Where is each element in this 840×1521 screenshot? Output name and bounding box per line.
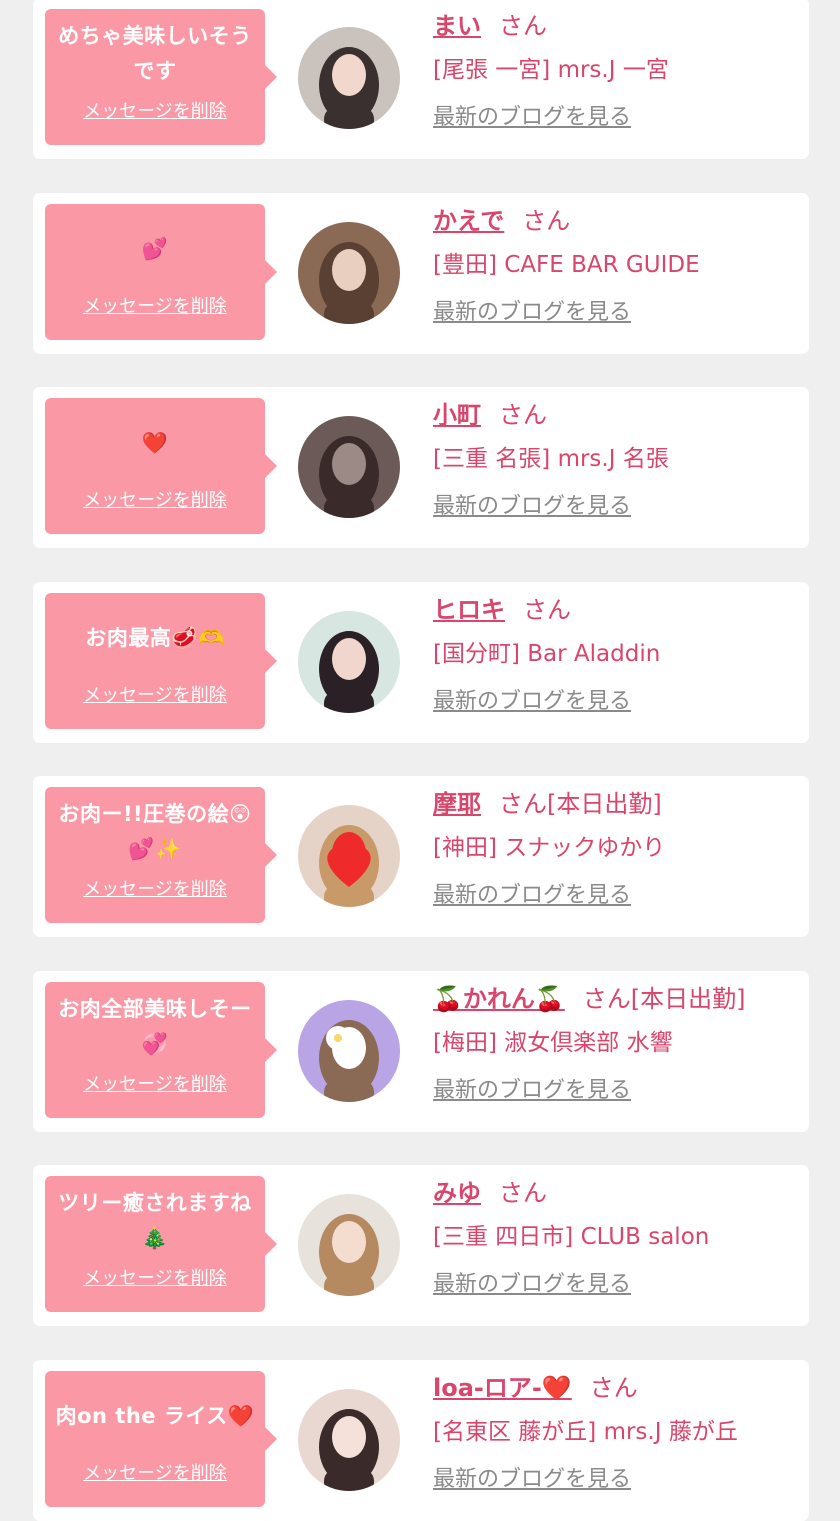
sender-name-link[interactable]: 小町 [433, 401, 481, 429]
avatar-8[interactable] [298, 1389, 400, 1491]
delete-message-link[interactable]: メッセージを削除 [55, 1459, 255, 1485]
delete-message-link[interactable]: メッセージを削除 [55, 292, 255, 318]
name-line: 🍒かれん🍒 さん[本日出勤] [433, 979, 805, 1019]
honorific-status: さん [589, 1374, 638, 1402]
message-bubble: ❤️ メッセージを削除 [45, 398, 277, 534]
name-line: まい さん [433, 6, 805, 46]
message-text: ツリー癒されますね🎄 [58, 1191, 252, 1250]
honorific-status: さん [522, 207, 571, 235]
delete-message-link[interactable]: メッセージを削除 [55, 1070, 255, 1096]
honorific-status: さん [499, 401, 547, 429]
message-bubble: お肉最高🥩🫶 メッセージを削除 [45, 593, 277, 729]
name-line: loa-ロア-❤️ さん [433, 1368, 805, 1408]
message-text: お肉ー!!圧巻の絵😲💕✨ [58, 802, 252, 861]
message-bubble: お肉全部美味しそー💞 メッセージを削除 [45, 982, 277, 1118]
name-line: 摩耶 さん[本日出勤] [433, 784, 805, 824]
shop-name: [尾張 一宮] mrs.J 一宮 [433, 57, 669, 83]
honorific-status: さん[本日出勤] [499, 790, 662, 818]
latest-blog-link[interactable]: 最新のブログを見る [433, 1073, 631, 1109]
honorific-status: さん [523, 596, 571, 624]
message-bubble: お肉ー!!圧巻の絵😲💕✨ メッセージを削除 [45, 787, 277, 923]
honorific-status: さん [499, 12, 547, 40]
avatar-5[interactable] [298, 805, 400, 907]
sender-name-link[interactable]: ヒロキ [433, 596, 505, 624]
shop-name: [豊田] CAFE BAR GUIDE [433, 252, 700, 278]
message-card-3: ❤️ メッセージを削除 小町 さん [三重 名張] mrs.J 名張 最新のブログ… [33, 387, 809, 548]
avatar-4[interactable] [298, 611, 400, 713]
avatar-1[interactable] [298, 27, 400, 129]
avatar-image [298, 416, 400, 518]
avatar-3[interactable] [298, 416, 400, 518]
message-bubble: めちゃ美味しいそうです メッセージを削除 [45, 9, 277, 145]
avatar-image [298, 1389, 400, 1491]
avatar-image [298, 1000, 400, 1102]
avatar-image [298, 805, 400, 907]
message-bubble: ツリー癒されますね🎄 メッセージを削除 [45, 1176, 277, 1312]
message-card-8: 肉on the ライス❤️ メッセージを削除 loa-ロア-❤️ さん [名東区 … [33, 1360, 809, 1521]
sender-info: 小町 さん [三重 名張] mrs.J 名張 最新のブログを見る [433, 395, 805, 525]
delete-message-link[interactable]: メッセージを削除 [55, 1264, 255, 1290]
shop-name: [三重 四日市] CLUB salon [433, 1224, 710, 1250]
message-card-5: お肉ー!!圧巻の絵😲💕✨ メッセージを削除 摩耶 さん[本日出勤] [神田] スナ… [33, 776, 809, 937]
message-text: めちゃ美味しいそうです [58, 24, 252, 83]
shop-name: [梅田] 淑女倶楽部 水響 [433, 1030, 673, 1056]
avatar-2[interactable] [298, 222, 400, 324]
sender-info: loa-ロア-❤️ さん [名東区 藤が丘] mrs.J 藤が丘 最新のブログを見… [433, 1368, 805, 1498]
latest-blog-link[interactable]: 最新のブログを見る [433, 489, 631, 525]
delete-message-link[interactable]: メッセージを削除 [55, 875, 255, 901]
latest-blog-link[interactable]: 最新のブログを見る [433, 1267, 631, 1303]
message-text: お肉最高🥩🫶 [85, 625, 225, 650]
message-card-4: お肉最高🥩🫶 メッセージを削除 ヒロキ さん [国分町] Bar Aladdin … [33, 582, 809, 743]
sender-name-link[interactable]: まい [433, 12, 481, 40]
message-card-1: めちゃ美味しいそうです メッセージを削除 まい さん [尾張 一宮] mrs.J … [33, 0, 809, 159]
name-line: ヒロキ さん [433, 590, 805, 630]
sender-info: みゆ さん [三重 四日市] CLUB salon 最新のブログを見る [433, 1173, 805, 1303]
avatar-image [298, 27, 400, 129]
delete-message-link[interactable]: メッセージを削除 [55, 97, 255, 123]
latest-blog-link[interactable]: 最新のブログを見る [433, 1462, 631, 1498]
shop-name: [神田] スナックゆかり [433, 835, 666, 861]
honorific-status: さん[本日出勤] [582, 985, 746, 1013]
message-card-2: 💕 メッセージを削除 かえで さん [豊田] CAFE BAR GUIDE 最新の… [33, 193, 809, 354]
avatar-7[interactable] [298, 1194, 400, 1296]
message-text: 肉on the ライス❤️ [55, 1403, 255, 1428]
name-line: 小町 さん [433, 395, 805, 435]
avatar-image [298, 1194, 400, 1296]
message-bubble: 💕 メッセージを削除 [45, 204, 277, 340]
sender-info: かえで さん [豊田] CAFE BAR GUIDE 最新のブログを見る [433, 201, 805, 331]
latest-blog-link[interactable]: 最新のブログを見る [433, 878, 631, 914]
delete-message-link[interactable]: メッセージを削除 [55, 486, 255, 512]
message-text: お肉全部美味しそー💞 [58, 997, 252, 1056]
message-card-6: お肉全部美味しそー💞 メッセージを削除 🍒かれん🍒 さん[本日出勤] [梅田] 淑… [33, 971, 809, 1132]
name-line: みゆ さん [433, 1173, 805, 1213]
latest-blog-link[interactable]: 最新のブログを見る [433, 295, 631, 331]
shop-name: [名東区 藤が丘] mrs.J 藤が丘 [433, 1419, 738, 1445]
sender-name-link[interactable]: 摩耶 [433, 790, 481, 818]
sender-info: 摩耶 さん[本日出勤] [神田] スナックゆかり 最新のブログを見る [433, 784, 805, 914]
message-text: 💕 [141, 236, 169, 261]
sender-info: ヒロキ さん [国分町] Bar Aladdin 最新のブログを見る [433, 590, 805, 720]
honorific-status: さん [499, 1179, 547, 1207]
sender-name-link[interactable]: みゆ [433, 1179, 481, 1207]
delete-message-link[interactable]: メッセージを削除 [55, 681, 255, 707]
sender-info: まい さん [尾張 一宮] mrs.J 一宮 最新のブログを見る [433, 6, 805, 136]
name-line: かえで さん [433, 201, 805, 241]
message-card-7: ツリー癒されますね🎄 メッセージを削除 みゆ さん [三重 四日市] CLUB s… [33, 1165, 809, 1326]
avatar-image [298, 222, 400, 324]
shop-name: [国分町] Bar Aladdin [433, 641, 661, 667]
latest-blog-link[interactable]: 最新のブログを見る [433, 684, 631, 720]
sender-name-link[interactable]: 🍒かれん🍒 [433, 985, 565, 1013]
message-bubble: 肉on the ライス❤️ メッセージを削除 [45, 1371, 277, 1507]
sender-name-link[interactable]: かえで [433, 207, 504, 235]
message-text: ❤️ [141, 430, 169, 455]
shop-name: [三重 名張] mrs.J 名張 [433, 446, 669, 472]
avatar-6[interactable] [298, 1000, 400, 1102]
avatar-image [298, 611, 400, 713]
sender-info: 🍒かれん🍒 さん[本日出勤] [梅田] 淑女倶楽部 水響 最新のブログを見る [433, 979, 805, 1109]
latest-blog-link[interactable]: 最新のブログを見る [433, 100, 631, 136]
sender-name-link[interactable]: loa-ロア-❤️ [433, 1374, 572, 1402]
